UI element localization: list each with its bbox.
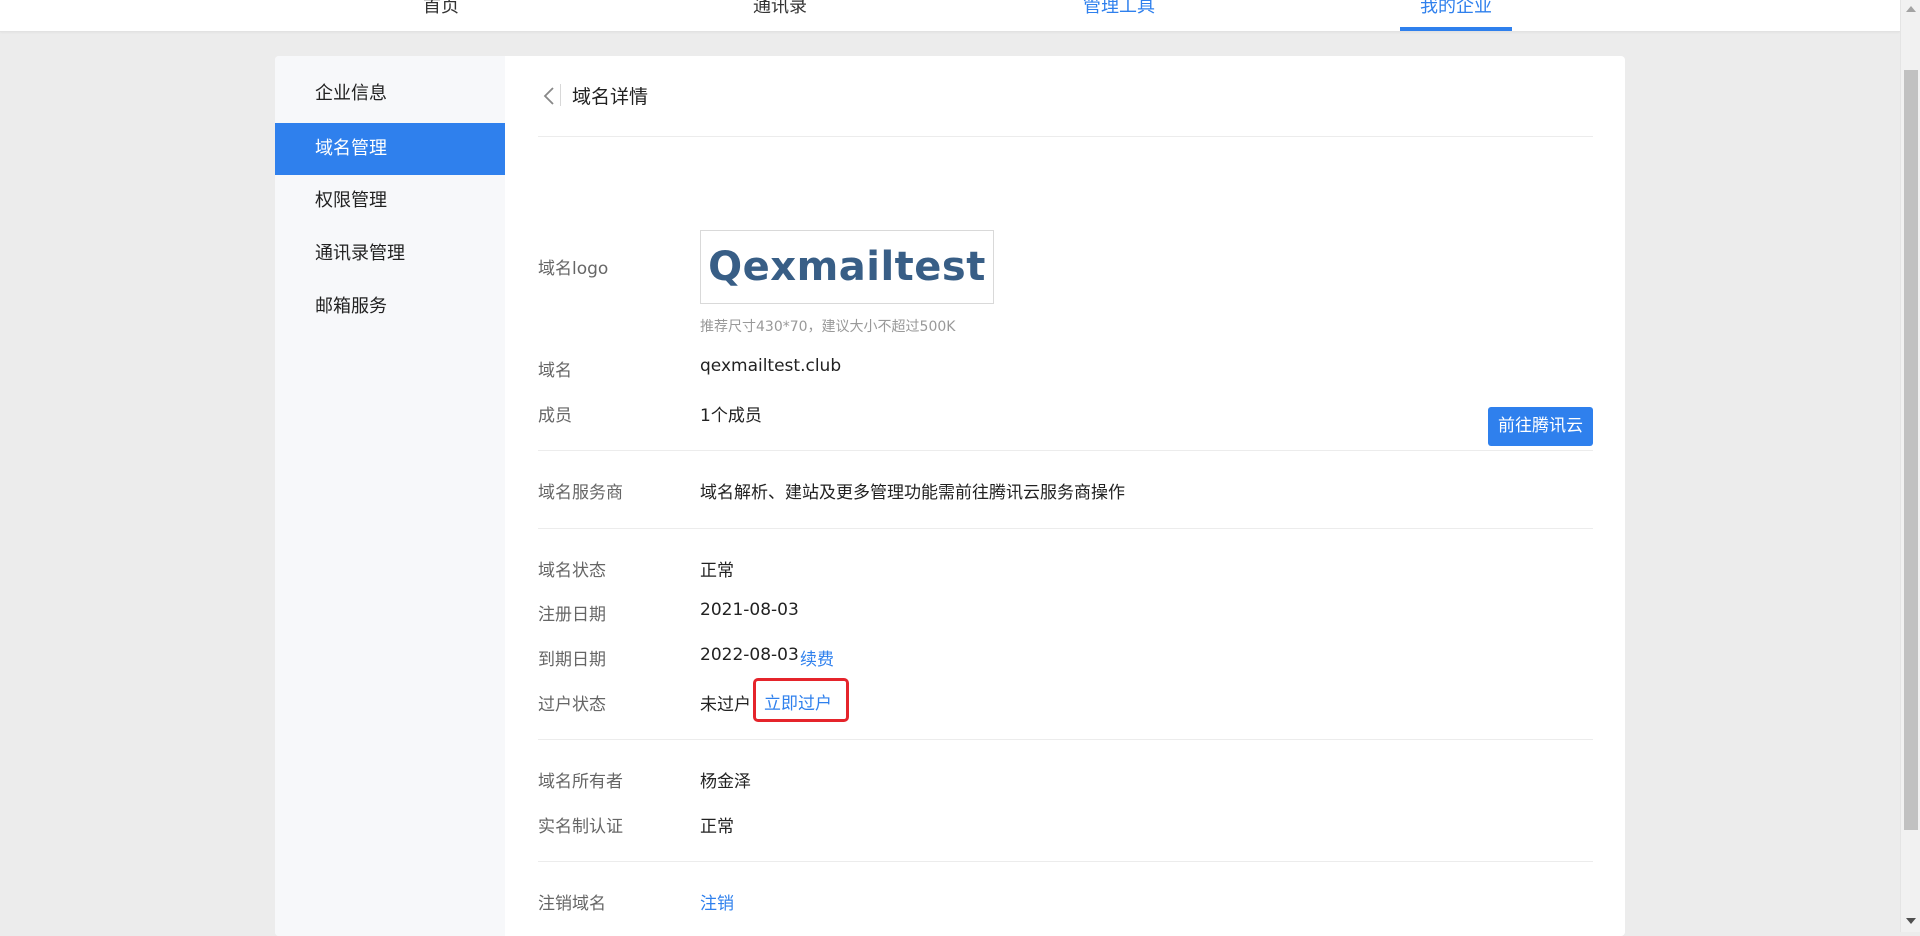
back-chevron-icon[interactable] (540, 86, 560, 106)
cancel-domain-label: 注销域名 (538, 894, 606, 914)
logo-hint: 推荐尺寸430*70，建议大小不超过500K (700, 319, 956, 335)
transfer-now-link[interactable]: 立即过户 (764, 689, 832, 714)
go-to-tencent-cloud-button[interactable]: 前往腾讯云 (1488, 407, 1593, 446)
realname-label: 实名制认证 (538, 817, 623, 837)
domain-logo: Qexmailtest (708, 244, 986, 290)
renew-link[interactable]: 续费 (800, 645, 834, 670)
top-navigation: 首页 通讯录 管理工具 我的企业 (0, 0, 1900, 32)
domain-logo-box[interactable]: Qexmailtest (700, 230, 994, 304)
sidebar-item-permission-management[interactable]: 权限管理 (275, 175, 505, 227)
realname-value: 正常 (700, 817, 734, 837)
transfer-label: 过户状态 (538, 695, 606, 715)
tab-home[interactable]: 首页 (423, 0, 459, 18)
page-title: 域名详情 (572, 86, 649, 108)
members-label: 成员 (538, 406, 572, 426)
sidebar-item-contacts-management[interactable]: 通讯录管理 (275, 228, 505, 280)
sidebar-item-domain-management[interactable]: 域名管理 (275, 123, 505, 175)
divider (538, 450, 1593, 451)
owner-label: 域名所有者 (538, 772, 623, 792)
tab-management-tools[interactable]: 管理工具 (1083, 0, 1155, 18)
divider (538, 739, 1593, 740)
tab-my-enterprise[interactable]: 我的企业 (1420, 0, 1492, 18)
sidebar: 企业信息 域名管理 权限管理 通讯录管理 邮箱服务 (275, 56, 505, 936)
domain-value: qexmailtest.club (700, 356, 842, 376)
tab-contacts[interactable]: 通讯录 (753, 0, 807, 18)
scroll-up-arrow-icon[interactable] (1906, 6, 1916, 12)
domain-label: 域名 (538, 361, 572, 381)
scroll-down-arrow-icon[interactable] (1906, 918, 1916, 924)
cancel-domain-link[interactable]: 注销 (700, 889, 734, 914)
status-value: 正常 (700, 561, 734, 581)
provider-label: 域名服务商 (538, 483, 623, 503)
provider-value: 域名解析、建站及更多管理功能需前往腾讯云服务商操作 (700, 483, 1125, 503)
active-tab-indicator (1400, 27, 1512, 31)
reg-date-value: 2021-08-03 (700, 600, 799, 620)
members-value: 1个成员 (700, 406, 762, 426)
status-label: 域名状态 (538, 561, 606, 581)
divider (538, 861, 1593, 862)
owner-value: 杨金泽 (700, 772, 751, 792)
transfer-value: 未过户 (700, 695, 751, 715)
divider (538, 528, 1593, 529)
sidebar-item-enterprise-info[interactable]: 企业信息 (275, 68, 505, 120)
sidebar-item-mailbox-service[interactable]: 邮箱服务 (275, 281, 505, 333)
domain-detail-panel: 域名详情 域名logo Qexmailtest 推荐尺寸430*70，建议大小不… (538, 56, 1593, 936)
detail-header: 域名详情 (538, 56, 1593, 137)
page-scrollbar[interactable] (1900, 0, 1920, 932)
expire-date-label: 到期日期 (538, 650, 606, 670)
logo-label: 域名logo (538, 259, 609, 279)
expire-date-value: 2022-08-03 (700, 645, 799, 665)
transfer-highlight-box: 立即过户 (753, 678, 849, 722)
reg-date-label: 注册日期 (538, 605, 606, 625)
header-divider (560, 84, 561, 106)
scrollbar-thumb[interactable] (1904, 70, 1918, 830)
main-card: 企业信息 域名管理 权限管理 通讯录管理 邮箱服务 域名详情 域名logo Qe… (275, 56, 1625, 936)
